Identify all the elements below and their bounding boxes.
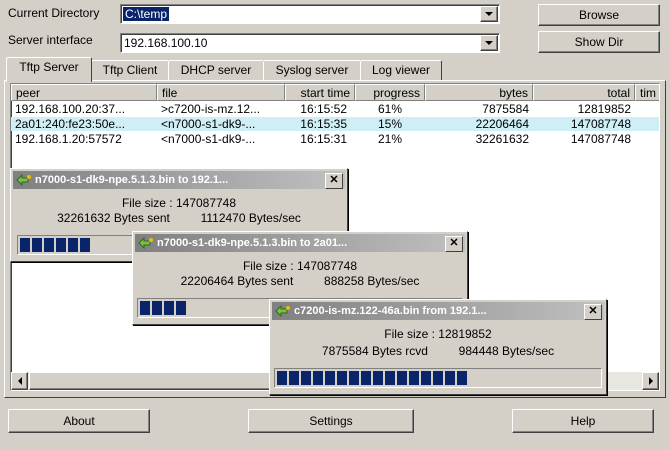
server-interface-value[interactable]: 192.168.100.10: [124, 36, 207, 50]
bytes-transferred-text: 32261632 Bytes sent: [57, 211, 170, 225]
column-header-progress[interactable]: progress: [355, 84, 425, 101]
cell-file: <n7000-s1-dk9-...: [161, 132, 256, 146]
file-size-text: File size : 147087748: [121, 196, 237, 210]
transfer-rate-text: 1112470 Bytes/sec: [200, 211, 301, 225]
scroll-right-button[interactable]: [642, 372, 659, 390]
bytes-transferred-text: 22206464 Bytes sent: [180, 274, 294, 288]
cell-start-time: 16:15:35: [300, 117, 347, 131]
cell-progress: 21%: [377, 132, 403, 146]
cell-start-time: 16:15:52: [300, 102, 347, 116]
arrow-right-icon: [648, 377, 653, 385]
dialog-title: c7200-is-mz.122-46a.bin from 192.1...: [294, 305, 487, 317]
cell-start-time: 16:15:31: [300, 132, 347, 146]
progress-fill: [20, 238, 92, 252]
close-button[interactable]: ✕: [445, 236, 463, 252]
current-directory-dropdown-button[interactable]: [480, 6, 498, 22]
current-directory-combo[interactable]: C:\temp: [120, 4, 500, 24]
table-row[interactable]: 192.168.100.20:37... >c7200-is-mz.12... …: [11, 102, 659, 116]
browse-button[interactable]: Browse: [538, 4, 660, 26]
transfer-stats: 7875584 Bytes rcvd 984448 Bytes/sec: [270, 344, 606, 358]
server-interface-dropdown-button[interactable]: [480, 35, 498, 51]
chevron-down-icon: [485, 41, 493, 45]
cell-bytes: 7875584: [482, 102, 529, 116]
cell-peer: 192.168.100.20:37...: [15, 102, 126, 116]
help-button[interactable]: Help: [512, 409, 654, 433]
progress-fill: [277, 371, 469, 385]
scroll-left-button[interactable]: [11, 372, 28, 390]
cell-total: 12819852: [577, 102, 631, 116]
show-dir-button[interactable]: Show Dir: [538, 31, 660, 53]
cell-file: >c7200-is-mz.12...: [161, 102, 261, 116]
chevron-down-icon: [485, 12, 493, 16]
dialog-title: n7000-s1-dk9-npe.5.1.3.bin to 192.1...: [35, 174, 229, 186]
list-header: peer file start time progress bytes tota…: [11, 84, 659, 101]
transfer-dialog[interactable]: c7200-is-mz.122-46a.bin from 192.1... ✕ …: [269, 299, 607, 395]
table-row-selected[interactable]: 2a01:240:fe23:50e... <n7000-s1-dk9-... 1…: [11, 117, 659, 131]
transfer-icon: [275, 304, 290, 318]
cell-peer: 2a01:240:fe23:50e...: [15, 117, 126, 131]
file-size-text: File size : 12819852: [384, 327, 492, 341]
table-row[interactable]: 192.168.1.20:57572 <n7000-s1-dk9-... 16:…: [11, 132, 659, 146]
cell-bytes: 32261632: [475, 132, 529, 146]
dialog-title-bar[interactable]: n7000-s1-dk9-npe.5.1.3.bin to 192.1... ✕: [13, 171, 345, 189]
bytes-transferred-text: 7875584 Bytes rcvd: [321, 344, 428, 358]
column-header-peer[interactable]: peer: [11, 84, 157, 101]
tab-log-viewer[interactable]: Log viewer: [360, 60, 442, 81]
cell-total: 147087748: [570, 132, 631, 146]
transfer-progress-bar: [274, 368, 602, 388]
server-interface-label: Server interface: [8, 33, 93, 47]
dialog-title-bar[interactable]: n7000-s1-dk9-npe.5.1.3.bin to 2a01... ✕: [135, 234, 465, 252]
tab-tftp-client[interactable]: Tftp Client: [91, 60, 169, 81]
tab-dhcp-server[interactable]: DHCP server: [168, 60, 264, 81]
current-directory-label: Current Directory: [8, 6, 100, 20]
close-icon: ✕: [588, 305, 598, 317]
column-header-bytes[interactable]: bytes: [425, 84, 533, 101]
cell-file: <n7000-s1-dk9-...: [161, 117, 256, 131]
column-header-start-time[interactable]: start time: [285, 84, 355, 101]
transfer-rate-text: 888258 Bytes/sec: [324, 274, 420, 288]
cell-progress: 61%: [377, 102, 403, 116]
cell-bytes: 22206464: [475, 117, 529, 131]
cell-total: 147087748: [570, 117, 631, 131]
transfer-rate-text: 984448 Bytes/sec: [458, 344, 555, 358]
transfer-icon: [138, 236, 153, 250]
close-button[interactable]: ✕: [325, 173, 343, 189]
dialog-title-bar[interactable]: c7200-is-mz.122-46a.bin from 192.1... ✕: [272, 302, 604, 320]
transfer-icon: [16, 173, 31, 187]
transfer-stats: 22206464 Bytes sent 888258 Bytes/sec: [133, 274, 467, 288]
column-header-time[interactable]: tim: [635, 84, 659, 101]
cell-peer: 192.168.1.20:57572: [15, 132, 122, 146]
column-header-file[interactable]: file: [157, 84, 285, 101]
column-header-total[interactable]: total: [533, 84, 635, 101]
arrow-left-icon: [17, 377, 22, 385]
current-directory-value[interactable]: C:\temp: [123, 7, 170, 21]
close-button[interactable]: ✕: [584, 304, 602, 320]
transfer-stats: 32261632 Bytes sent 1112470 Bytes/sec: [11, 211, 347, 225]
server-interface-combo[interactable]: 192.168.100.10: [120, 33, 500, 53]
file-size-text: File size : 147087748: [242, 259, 358, 273]
dialog-title: n7000-s1-dk9-npe.5.1.3.bin to 2a01...: [157, 237, 348, 249]
progress-fill: [140, 301, 188, 315]
close-icon: ✕: [449, 237, 459, 249]
close-icon: ✕: [329, 174, 339, 186]
settings-button[interactable]: Settings: [248, 409, 414, 433]
about-button[interactable]: About: [8, 409, 150, 433]
tab-tftp-server[interactable]: Tftp Server: [6, 57, 92, 82]
tab-syslog-server[interactable]: Syslog server: [263, 60, 361, 81]
cell-progress: 15%: [377, 117, 403, 131]
